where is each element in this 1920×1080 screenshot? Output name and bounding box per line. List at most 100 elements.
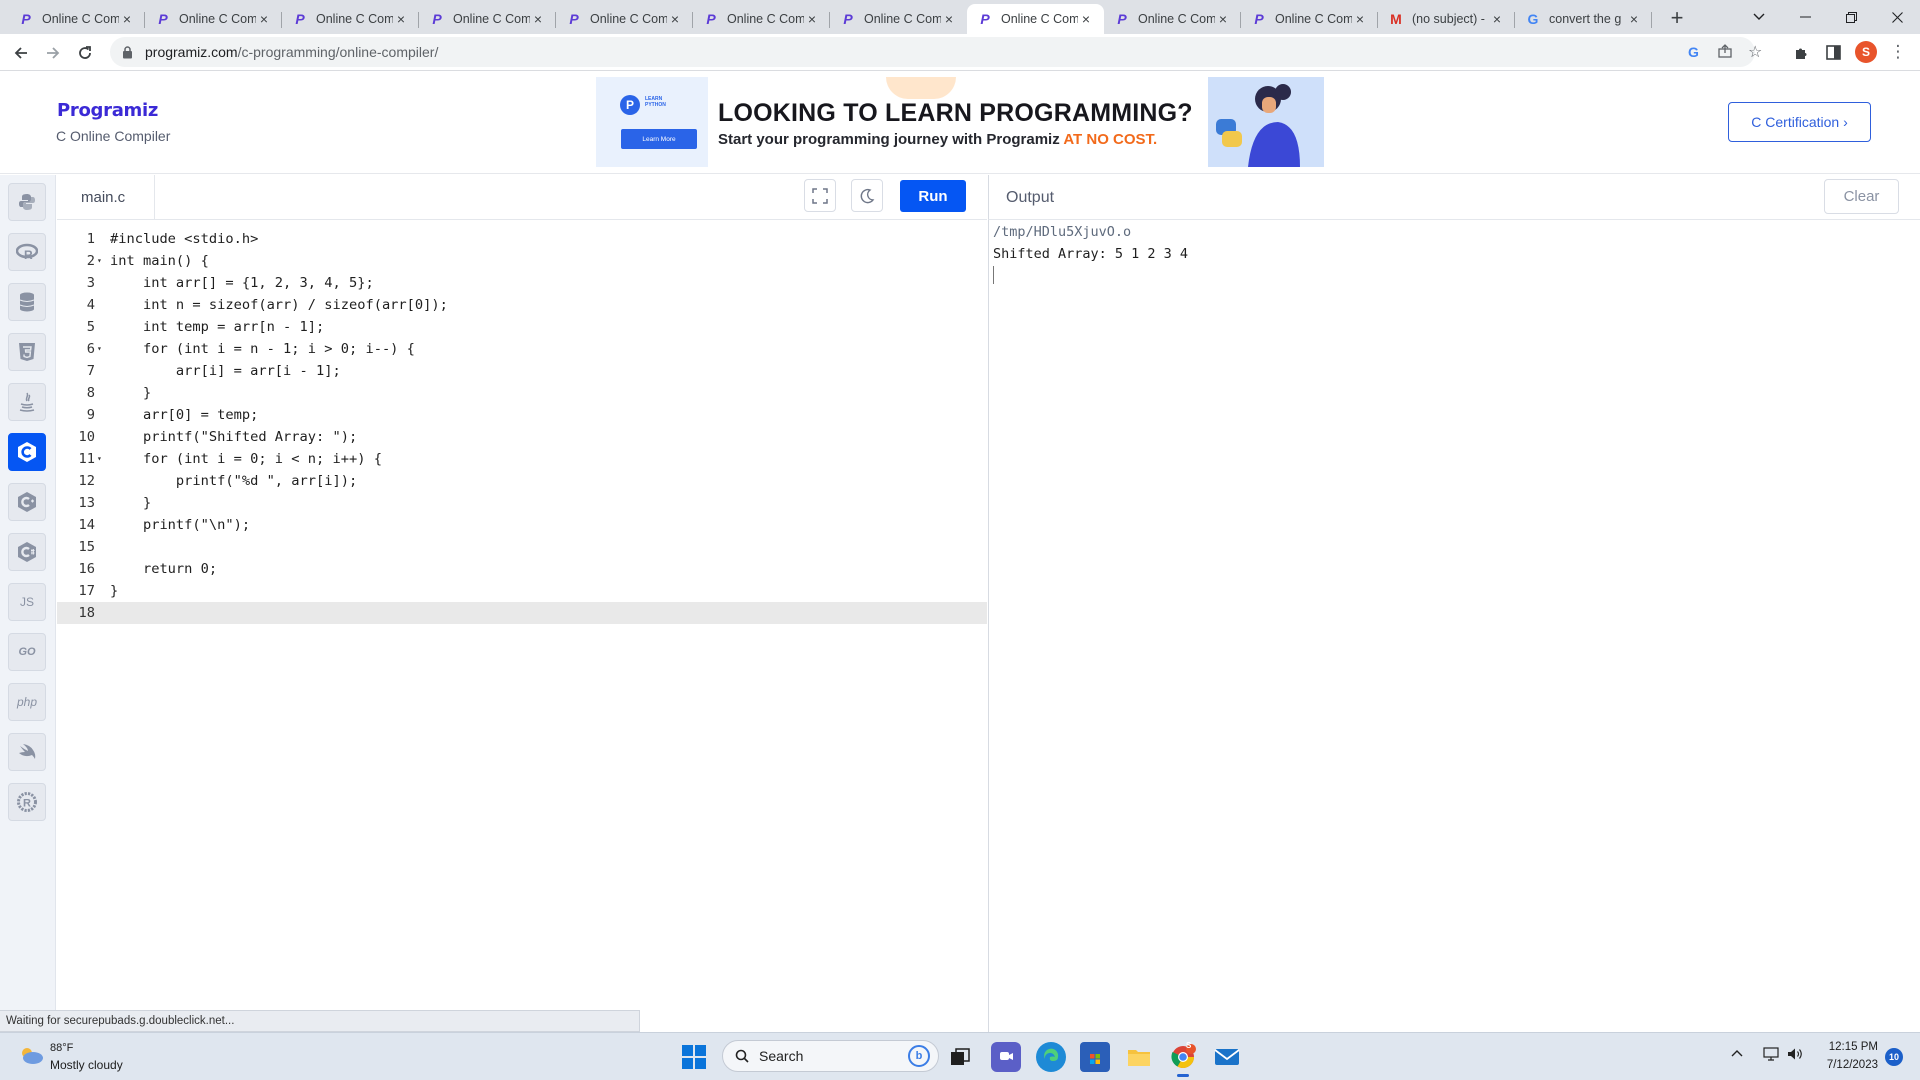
back-button[interactable] bbox=[8, 40, 34, 66]
code-line[interactable]: 2 ▾ int main() { bbox=[57, 250, 987, 272]
close-tab-icon[interactable]: × bbox=[804, 11, 820, 27]
close-tab-icon[interactable]: × bbox=[1489, 11, 1505, 27]
c-certification-button[interactable]: C Certification › bbox=[1728, 102, 1871, 142]
browser-tab[interactable]: P Online C Com × bbox=[419, 4, 556, 34]
code-line[interactable]: 4 int n = sizeof(arr) / sizeof(arr[0]); bbox=[57, 294, 987, 316]
code-line[interactable]: 5 int temp = arr[n - 1]; bbox=[57, 316, 987, 338]
browser-tab[interactable]: P Online C Com × bbox=[693, 4, 830, 34]
task-view-icon[interactable] bbox=[945, 1042, 975, 1072]
code-line[interactable]: 16 return 0; bbox=[57, 558, 987, 580]
weather-condition[interactable]: Mostly cloudy bbox=[50, 1058, 123, 1072]
browser-tab[interactable]: P Online C Com × bbox=[145, 4, 282, 34]
close-tab-icon[interactable]: × bbox=[530, 11, 546, 27]
share-icon[interactable] bbox=[1718, 44, 1732, 61]
javascript-language-button[interactable]: JS bbox=[8, 583, 46, 621]
close-tab-icon[interactable]: × bbox=[941, 11, 957, 27]
notification-badge[interactable]: 10 bbox=[1885, 1048, 1903, 1066]
extensions-icon[interactable] bbox=[1790, 41, 1812, 63]
bing-icon[interactable]: b bbox=[908, 1045, 930, 1067]
ad-banner[interactable]: P LEARN PYTHON Learn More LOOKING TO LEA… bbox=[596, 77, 1324, 167]
code-line[interactable]: 8 } bbox=[57, 382, 987, 404]
close-tab-icon[interactable]: × bbox=[1215, 11, 1231, 27]
file-explorer-icon[interactable] bbox=[1124, 1042, 1154, 1072]
browser-tab[interactable]: P Online C Com × bbox=[8, 4, 145, 34]
close-tab-icon[interactable]: × bbox=[1352, 11, 1368, 27]
restore-button[interactable] bbox=[1828, 0, 1874, 34]
cpp-language-button[interactable] bbox=[8, 483, 46, 521]
new-tab-button[interactable]: + bbox=[1663, 4, 1691, 32]
sql-language-button[interactable] bbox=[8, 283, 46, 321]
taskbar-search[interactable]: Search b bbox=[722, 1040, 939, 1072]
fullscreen-button[interactable] bbox=[804, 179, 836, 212]
close-tab-icon[interactable]: × bbox=[1078, 11, 1094, 27]
csharp-language-button[interactable] bbox=[8, 533, 46, 571]
fold-arrow-icon[interactable]: ▾ bbox=[97, 250, 102, 272]
teams-chat-icon[interactable] bbox=[991, 1042, 1021, 1072]
code-line[interactable]: 7 arr[i] = arr[i - 1]; bbox=[57, 360, 987, 382]
browser-tab[interactable]: P Online C Com × bbox=[967, 4, 1104, 34]
profile-avatar[interactable]: S bbox=[1855, 41, 1877, 63]
more-menu-icon[interactable]: ⋮ bbox=[1887, 41, 1909, 63]
fold-arrow-icon[interactable]: ▾ bbox=[97, 448, 102, 470]
forward-button[interactable] bbox=[40, 40, 66, 66]
close-tab-icon[interactable]: × bbox=[393, 11, 409, 27]
browser-tab[interactable]: P Online C Com × bbox=[1104, 4, 1241, 34]
side-panel-icon[interactable] bbox=[1822, 41, 1844, 63]
file-tab-main-c[interactable]: main.c bbox=[57, 175, 155, 220]
mail-icon[interactable] bbox=[1212, 1042, 1242, 1072]
java-language-button[interactable] bbox=[8, 383, 46, 421]
code-line[interactable]: 1 #include <stdio.h> bbox=[57, 228, 987, 250]
close-tab-icon[interactable]: × bbox=[119, 11, 135, 27]
ad-learn-more-button[interactable]: Learn More bbox=[621, 129, 697, 149]
lock-icon[interactable] bbox=[122, 45, 136, 59]
close-tab-icon[interactable]: × bbox=[667, 11, 683, 27]
code-line[interactable]: 6 ▾ for (int i = n - 1; i > 0; i--) { bbox=[57, 338, 987, 360]
browser-tab[interactable]: P Online C Com × bbox=[556, 4, 693, 34]
edge-browser-icon[interactable] bbox=[1036, 1042, 1066, 1072]
browser-tab[interactable]: P Online C Com × bbox=[1241, 4, 1378, 34]
code-line[interactable]: 13 } bbox=[57, 492, 987, 514]
fold-arrow-icon[interactable]: ▾ bbox=[97, 338, 102, 360]
programiz-logo[interactable]: Programiz bbox=[57, 100, 158, 121]
html-language-button[interactable] bbox=[8, 333, 46, 371]
close-window-button[interactable] bbox=[1874, 0, 1920, 34]
code-line[interactable]: 9 arr[0] = temp; bbox=[57, 404, 987, 426]
chrome-taskbar-icon[interactable]: S bbox=[1168, 1041, 1198, 1077]
swift-language-button[interactable] bbox=[8, 733, 46, 771]
clock-date[interactable]: 7/12/2023 bbox=[1818, 1059, 1878, 1071]
close-tab-icon[interactable]: × bbox=[256, 11, 272, 27]
code-line[interactable]: 10 printf("Shifted Array: "); bbox=[57, 426, 987, 448]
close-tab-icon[interactable]: × bbox=[1626, 11, 1642, 27]
minimize-button[interactable] bbox=[1782, 0, 1828, 34]
code-line[interactable]: 11 ▾ for (int i = 0; i < n; i++) { bbox=[57, 448, 987, 470]
code-line[interactable]: 15 bbox=[57, 536, 987, 558]
dark-mode-toggle[interactable] bbox=[851, 179, 883, 212]
browser-tab[interactable]: P Online C Com × bbox=[282, 4, 419, 34]
code-line[interactable]: 18 bbox=[57, 602, 987, 624]
clock-time[interactable]: 12:15 PM bbox=[1818, 1041, 1878, 1053]
code-line[interactable]: 17} bbox=[57, 580, 987, 602]
reload-button[interactable] bbox=[72, 40, 98, 66]
bookmark-star-icon[interactable]: ☆ bbox=[1748, 42, 1762, 62]
c-language-button[interactable] bbox=[8, 433, 46, 471]
show-hidden-icons-chevron[interactable] bbox=[1731, 1045, 1743, 1060]
microsoft-store-icon[interactable] bbox=[1080, 1042, 1110, 1072]
weather-temperature[interactable]: 88°F bbox=[50, 1042, 73, 1054]
address-bar[interactable]: programiz.com/c-programming/online-compi… bbox=[110, 37, 1762, 67]
python-language-button[interactable] bbox=[8, 183, 46, 221]
browser-tab[interactable]: Gconvert the g × bbox=[1515, 4, 1652, 34]
code-editor[interactable]: 1 #include <stdio.h> 2 ▾ int main() {3 int a… bbox=[57, 220, 987, 1012]
go-language-button[interactable]: GO bbox=[8, 633, 46, 671]
rust-language-button[interactable]: R bbox=[8, 783, 46, 821]
browser-tab[interactable]: P Online C Com × bbox=[830, 4, 967, 34]
code-line[interactable]: 3 int arr[] = {1, 2, 3, 4, 5}; bbox=[57, 272, 987, 294]
speaker-icon[interactable] bbox=[1787, 1047, 1803, 1064]
google-translate-icon[interactable]: G bbox=[1688, 44, 1699, 60]
code-line[interactable]: 12 printf("%d ", arr[i]); bbox=[57, 470, 987, 492]
partly-cloudy-icon[interactable] bbox=[18, 1045, 44, 1065]
code-line[interactable]: 14 printf("\n"); bbox=[57, 514, 987, 536]
display-network-icon[interactable] bbox=[1763, 1047, 1779, 1064]
browser-tab[interactable]: M (no subject) - × bbox=[1378, 4, 1515, 34]
r-language-button[interactable]: R bbox=[8, 233, 46, 271]
start-button[interactable] bbox=[682, 1045, 706, 1069]
